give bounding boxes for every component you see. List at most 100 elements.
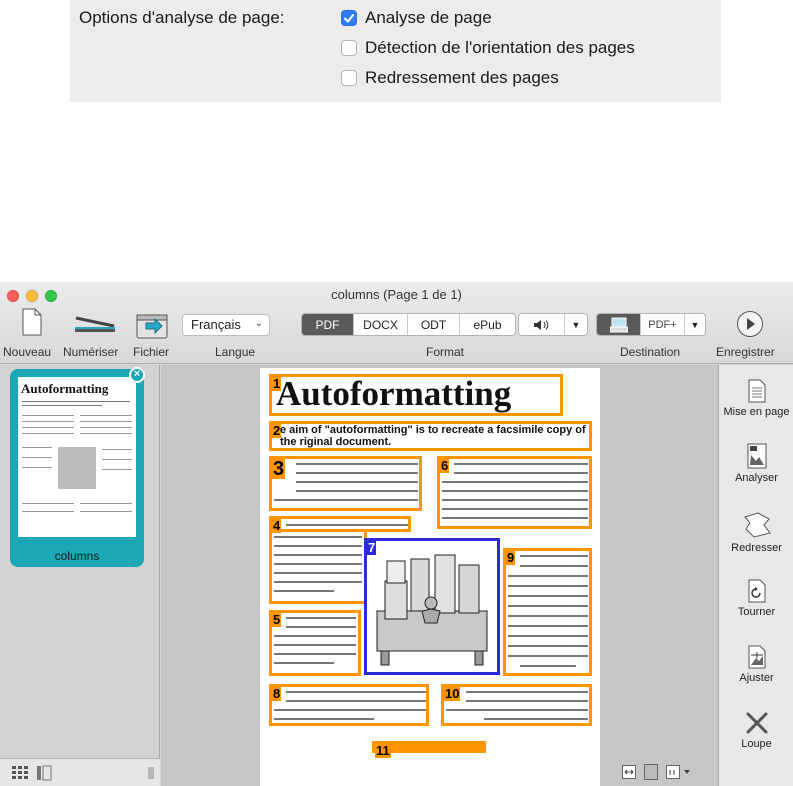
format-odt-button[interactable]: ODT bbox=[408, 314, 460, 335]
thumbnail-caption: columns bbox=[54, 549, 100, 563]
language-label: Langue bbox=[215, 345, 256, 359]
scan-label: Numériser bbox=[63, 345, 119, 359]
audio-format-control: ▼ bbox=[518, 313, 588, 336]
tool-label: Loupe bbox=[741, 738, 772, 750]
block-number: 8 bbox=[272, 686, 282, 701]
tool-label: Mise en page bbox=[723, 406, 790, 418]
text-block-9[interactable]: 9 bbox=[503, 548, 592, 676]
viewer-bottom-controls bbox=[610, 758, 718, 786]
block-number: 4 bbox=[272, 518, 282, 533]
adjust-tool[interactable]: Ajuster bbox=[719, 645, 793, 684]
scanned-illustration bbox=[376, 554, 488, 666]
destination-value[interactable]: PDF+ bbox=[641, 314, 685, 335]
image-block-7[interactable]: 7 bbox=[364, 538, 500, 675]
fit-page-icon[interactable] bbox=[644, 764, 658, 780]
deskew-checkbox[interactable] bbox=[341, 70, 357, 86]
tool-label: Redresser bbox=[731, 542, 782, 554]
options-label: Options d'analyse de page: bbox=[79, 8, 285, 27]
text-block-1[interactable]: 1 Autoformatting bbox=[269, 374, 563, 416]
option-label: Analyse de page bbox=[365, 8, 492, 27]
resize-handle-icon[interactable] bbox=[148, 767, 154, 779]
list-view-icon[interactable] bbox=[36, 765, 52, 781]
straighten-tool[interactable]: Redresser bbox=[719, 511, 793, 554]
thumbnail-preview: Autoformatting bbox=[18, 377, 136, 537]
rotate-icon bbox=[748, 579, 765, 603]
destination-scanner-button[interactable] bbox=[597, 314, 641, 335]
speaker-icon bbox=[533, 319, 548, 330]
magnifier-icon bbox=[746, 712, 767, 734]
text-block-4-body bbox=[269, 532, 367, 604]
option-label: Redressement des pages bbox=[365, 68, 559, 87]
text-block-8[interactable]: 8 bbox=[269, 684, 429, 726]
option-label: Détection de l'orientation des pages bbox=[365, 38, 635, 57]
language-value: Français bbox=[191, 317, 241, 332]
fit-width-icon[interactable] bbox=[622, 765, 636, 779]
text-block-2[interactable]: 2 e aim of "autoformatting" is to recrea… bbox=[269, 421, 592, 451]
page-analysis-checkbox[interactable] bbox=[341, 10, 357, 26]
option-page-analysis[interactable]: Analyse de page bbox=[341, 7, 492, 29]
analyze-icon bbox=[747, 443, 766, 469]
tool-label: Tourner bbox=[737, 606, 776, 618]
new-document-icon bbox=[22, 308, 42, 336]
audio-format-dropdown[interactable]: ▼ bbox=[565, 314, 587, 335]
scan-button[interactable] bbox=[74, 312, 116, 334]
format-epub-button[interactable]: ePub bbox=[460, 314, 515, 335]
toolbar: columns (Page 1 de 1) Nouveau Numériser … bbox=[0, 282, 793, 364]
straighten-icon bbox=[743, 512, 771, 538]
option-deskew[interactable]: Redressement des pages bbox=[341, 67, 559, 89]
tool-label: Ajuster bbox=[739, 672, 774, 684]
text-block-4[interactable]: 4 bbox=[269, 516, 411, 533]
analyze-tool[interactable]: Analyser bbox=[719, 443, 793, 484]
new-button[interactable] bbox=[22, 308, 42, 336]
block-number: 5 bbox=[272, 612, 282, 627]
app-window: columns (Page 1 de 1) Nouveau Numériser … bbox=[0, 282, 793, 786]
document-page: 1 Autoformatting 2 e aim of "autoformatt… bbox=[260, 368, 600, 786]
document-viewer: 1 Autoformatting 2 e aim of "autoformatt… bbox=[161, 365, 718, 786]
tool-label: Analyser bbox=[735, 472, 778, 484]
document-heading: Autoformatting bbox=[276, 374, 512, 413]
block-number: 6 bbox=[440, 458, 450, 473]
text-block-5[interactable]: 5 bbox=[269, 610, 361, 676]
chevron-down-icon: ⌄ bbox=[254, 318, 263, 329]
page-layout-icon bbox=[748, 379, 765, 403]
new-label: Nouveau bbox=[3, 345, 52, 359]
page-analysis-options-panel: Options d'analyse de page: Analyse de pa… bbox=[70, 0, 721, 102]
window-title: columns (Page 1 de 1) bbox=[331, 287, 462, 302]
file-label: Fichier bbox=[133, 345, 170, 359]
text-block-6[interactable]: 6 bbox=[437, 456, 592, 529]
format-docx-button[interactable]: DOCX bbox=[354, 314, 408, 335]
document-scanner-icon bbox=[609, 317, 628, 332]
file-button[interactable] bbox=[136, 311, 168, 339]
page-thumbnail[interactable]: Autoformatting × columns bbox=[10, 367, 145, 567]
option-orientation-detection[interactable]: Détection de l'orientation des pages bbox=[341, 37, 635, 59]
block-number: 11 bbox=[375, 743, 391, 758]
play-save-icon bbox=[737, 311, 763, 337]
thumbnail-title: Autoformatting bbox=[21, 381, 109, 396]
remove-page-icon[interactable]: × bbox=[129, 367, 145, 383]
actual-size-icon[interactable] bbox=[666, 765, 692, 779]
destination-control: PDF+ ▼ bbox=[596, 313, 706, 336]
page-layout-tool[interactable]: Mise en page bbox=[719, 379, 793, 418]
language-select[interactable]: Français ⌄ bbox=[182, 314, 270, 336]
text-block-3[interactable]: 3 bbox=[269, 456, 422, 511]
format-segmented-control: PDF DOCX ODT ePub bbox=[301, 313, 516, 336]
audio-format-button[interactable] bbox=[519, 314, 565, 335]
text-block-10[interactable]: 10 bbox=[441, 684, 592, 726]
checkmark-icon bbox=[344, 14, 354, 23]
destination-dropdown[interactable]: ▼ bbox=[685, 314, 705, 335]
document-subheading: e aim of "autoformatting" is to recreate… bbox=[280, 424, 586, 448]
text-block-11[interactable]: 11 bbox=[372, 741, 486, 758]
orientation-detection-checkbox[interactable] bbox=[341, 40, 357, 56]
save-button[interactable] bbox=[736, 310, 764, 338]
scanner-icon bbox=[75, 316, 115, 332]
block-number: 3 bbox=[272, 458, 286, 480]
grid-view-icon[interactable] bbox=[12, 766, 28, 780]
thumbnail-image bbox=[58, 447, 96, 489]
tools-sidebar: Mise en page Analyser Redresser Tourner … bbox=[718, 365, 793, 786]
format-pdf-button[interactable]: PDF bbox=[302, 314, 354, 335]
block-number: 9 bbox=[506, 550, 516, 565]
page-thumbnails-sidebar: Autoformatting × columns bbox=[0, 365, 160, 786]
magnifier-tool[interactable]: Loupe bbox=[719, 711, 793, 750]
rotate-tool[interactable]: Tourner bbox=[719, 579, 793, 618]
sidebar-bottom-bar bbox=[0, 758, 160, 786]
